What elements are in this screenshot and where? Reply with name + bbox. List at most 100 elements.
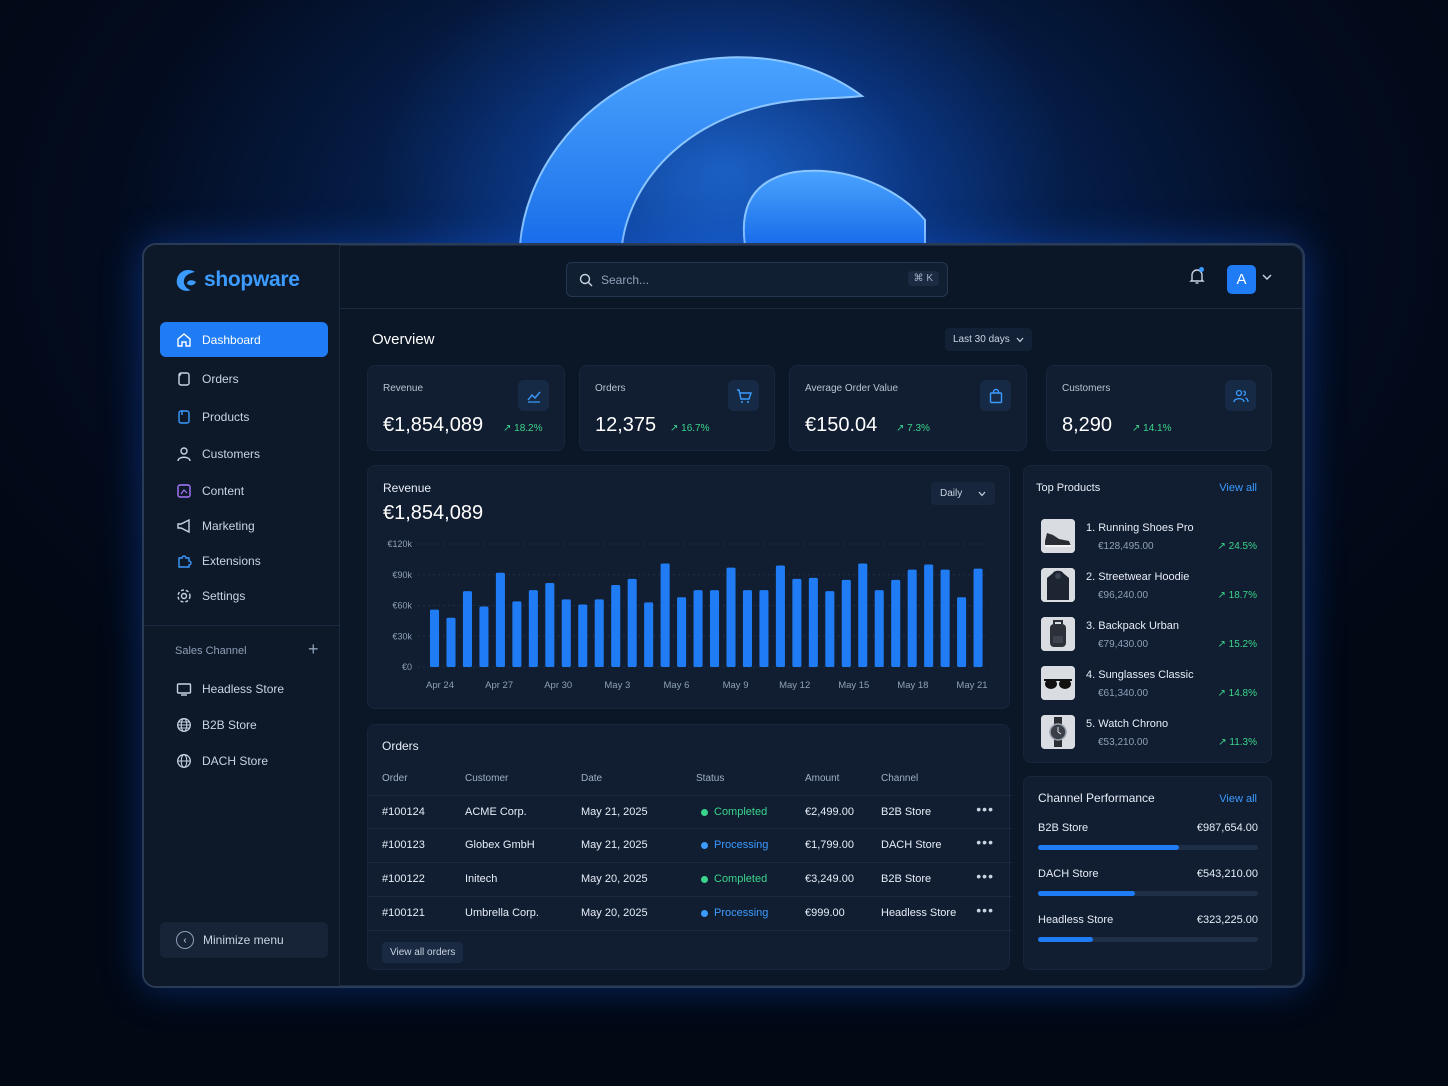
- sidebar-item-extensions[interactable]: Extensions: [160, 543, 328, 578]
- table-row[interactable]: #100124 ACME Corp. May 21, 2025 Completed €2…: [368, 795, 1012, 829]
- top-product-item[interactable]: 3. Backpack Urban €79,430.00 ↗ 15.2%: [1041, 617, 1257, 653]
- sunglasses-icon: [1041, 666, 1075, 700]
- top-product-item[interactable]: 1. Running Shoes Pro €128,495.00 ↗ 24.5%: [1041, 519, 1257, 555]
- search-input[interactable]: Search... ⌘ K: [566, 262, 948, 297]
- content-icon: [176, 483, 192, 499]
- minimize-menu-button[interactable]: ‹ Minimize menu: [160, 922, 328, 958]
- more-actions-icon[interactable]: •••: [976, 868, 994, 884]
- kpi-card-customers: Customers 8,290 ↗ 14.1%: [1046, 365, 1272, 451]
- kpi-value: €150.04: [805, 414, 878, 436]
- revenue-bar[interactable]: [825, 591, 835, 667]
- more-actions-icon[interactable]: •••: [976, 834, 994, 850]
- revenue-bar[interactable]: [924, 564, 934, 668]
- channel-performance-view-all-link[interactable]: View all: [1219, 793, 1257, 805]
- revenue-bar[interactable]: [858, 563, 868, 667]
- top-product-item[interactable]: 2. Streetwear Hoodie €96,240.00 ↗ 18.7%: [1041, 568, 1257, 604]
- channel-performance-card: Channel Performance View all B2B Store €…: [1023, 776, 1272, 970]
- revenue-bar[interactable]: [479, 606, 489, 667]
- revenue-bar[interactable]: [710, 590, 720, 667]
- search-placeholder: Search...: [601, 272, 650, 287]
- order-customer-cell: Umbrella Corp.: [465, 907, 539, 919]
- revenue-bar[interactable]: [759, 590, 769, 667]
- avatar[interactable]: A: [1227, 265, 1256, 294]
- revenue-bar[interactable]: [462, 591, 472, 667]
- revenue-bar[interactable]: [578, 604, 588, 667]
- revenue-bar[interactable]: [446, 617, 456, 667]
- revenue-bar[interactable]: [874, 590, 884, 667]
- column-header-status[interactable]: Status: [696, 773, 724, 784]
- revenue-bar[interactable]: [561, 599, 571, 667]
- column-header-customer[interactable]: Customer: [465, 773, 508, 784]
- revenue-bar[interactable]: [611, 585, 621, 667]
- revenue-bar[interactable]: [841, 579, 851, 667]
- revenue-bar[interactable]: [742, 590, 752, 667]
- table-row[interactable]: #100123 Globex GmbH May 21, 2025 Processing…: [368, 829, 1012, 863]
- chevron-down-icon[interactable]: [1262, 273, 1272, 281]
- sidebar-item-settings[interactable]: Settings: [160, 578, 328, 613]
- revenue-bar[interactable]: [677, 597, 687, 667]
- sidebar: shopware Dashboard Orders Products Custo…: [144, 245, 340, 986]
- kpi-card-orders: Orders 12,375 ↗ 16.7%: [579, 365, 775, 451]
- status-badge: Completed: [701, 873, 767, 886]
- revenue-bar[interactable]: [545, 582, 555, 667]
- top-product-item[interactable]: 4. Sunglasses Classic €61,340.00 ↗ 14.8%: [1041, 666, 1257, 702]
- revenue-bar[interactable]: [775, 565, 785, 667]
- sidebar-item-dashboard[interactable]: Dashboard: [160, 322, 328, 357]
- revenue-bar[interactable]: [644, 602, 654, 667]
- brand-logo[interactable]: shopware: [174, 267, 300, 293]
- puzzle-icon: [176, 553, 192, 569]
- top-product-item[interactable]: 5. Watch Chrono €53,210.00 ↗ 11.3%: [1041, 715, 1257, 751]
- sidebar-item-products[interactable]: Products: [160, 399, 328, 434]
- revenue-bar[interactable]: [891, 579, 901, 667]
- trend-icon: [518, 380, 549, 411]
- status-dot: [701, 808, 708, 816]
- revenue-bar[interactable]: [792, 578, 802, 667]
- view-all-orders-button[interactable]: View all orders: [382, 942, 464, 963]
- column-header-amount[interactable]: Amount: [805, 773, 839, 784]
- revenue-bar[interactable]: [726, 567, 736, 667]
- product-revenue: €53,210.00: [1098, 737, 1149, 748]
- channel-progress-fill: [1038, 891, 1135, 896]
- revenue-bar[interactable]: [808, 577, 818, 667]
- column-header-channel[interactable]: Channel: [881, 773, 918, 784]
- revenue-bar[interactable]: [957, 597, 967, 667]
- table-row[interactable]: #100122 Initech May 20, 2025 Completed €3,24…: [368, 863, 1012, 897]
- sidebar-item-orders[interactable]: Orders: [160, 361, 328, 396]
- sidebar-item-content[interactable]: Content: [160, 473, 328, 508]
- revenue-bar[interactable]: [907, 569, 917, 667]
- top-products-view-all-link[interactable]: View all: [1219, 482, 1257, 494]
- revenue-bar[interactable]: [512, 601, 522, 667]
- add-sales-channel-button[interactable]: +: [308, 640, 319, 658]
- revenue-bar[interactable]: [495, 572, 505, 667]
- product-delta: ↗ 15.2%: [1217, 639, 1257, 650]
- sidebar-item-marketing[interactable]: Marketing: [160, 508, 328, 543]
- sidebar-item-headless-store[interactable]: Headless Store: [160, 671, 328, 706]
- product-name: 4. Sunglasses Classic: [1086, 669, 1194, 681]
- column-header-date[interactable]: Date: [581, 773, 602, 784]
- revenue-bar[interactable]: [627, 578, 637, 667]
- notifications-button[interactable]: [1188, 267, 1206, 290]
- revenue-bar[interactable]: [430, 609, 440, 667]
- top-products-title: Top Products: [1036, 482, 1101, 494]
- sidebar-item-b2b-store[interactable]: B2B Store: [160, 707, 328, 742]
- revenue-bar[interactable]: [594, 599, 604, 667]
- order-date-cell: May 21, 2025: [581, 839, 648, 851]
- revenue-bar[interactable]: [528, 590, 538, 667]
- revenue-bar[interactable]: [940, 569, 950, 667]
- table-row[interactable]: #100121 Umbrella Corp. May 20, 2025 Process…: [368, 897, 1012, 931]
- revenue-bar[interactable]: [660, 563, 670, 667]
- order-amount-cell: €999.00: [805, 907, 845, 919]
- more-actions-icon[interactable]: •••: [976, 801, 994, 817]
- sidebar-item-customers[interactable]: Customers: [160, 436, 328, 471]
- more-actions-icon[interactable]: •••: [976, 902, 994, 918]
- revenue-bar[interactable]: [693, 590, 703, 667]
- orders-icon: [176, 371, 192, 387]
- date-range-select[interactable]: Last 30 days: [945, 328, 1032, 351]
- revenue-bar[interactable]: [973, 568, 983, 667]
- column-header-order[interactable]: Order: [382, 773, 408, 784]
- product-delta: ↗ 18.7%: [1217, 590, 1257, 601]
- kpi-delta: ↗ 18.2%: [503, 423, 543, 434]
- status-dot: [701, 875, 708, 883]
- kpi-card-revenue: Revenue €1,854,089 ↗ 18.2%: [367, 365, 565, 451]
- sidebar-item-dach-store[interactable]: DACH Store: [160, 743, 328, 778]
